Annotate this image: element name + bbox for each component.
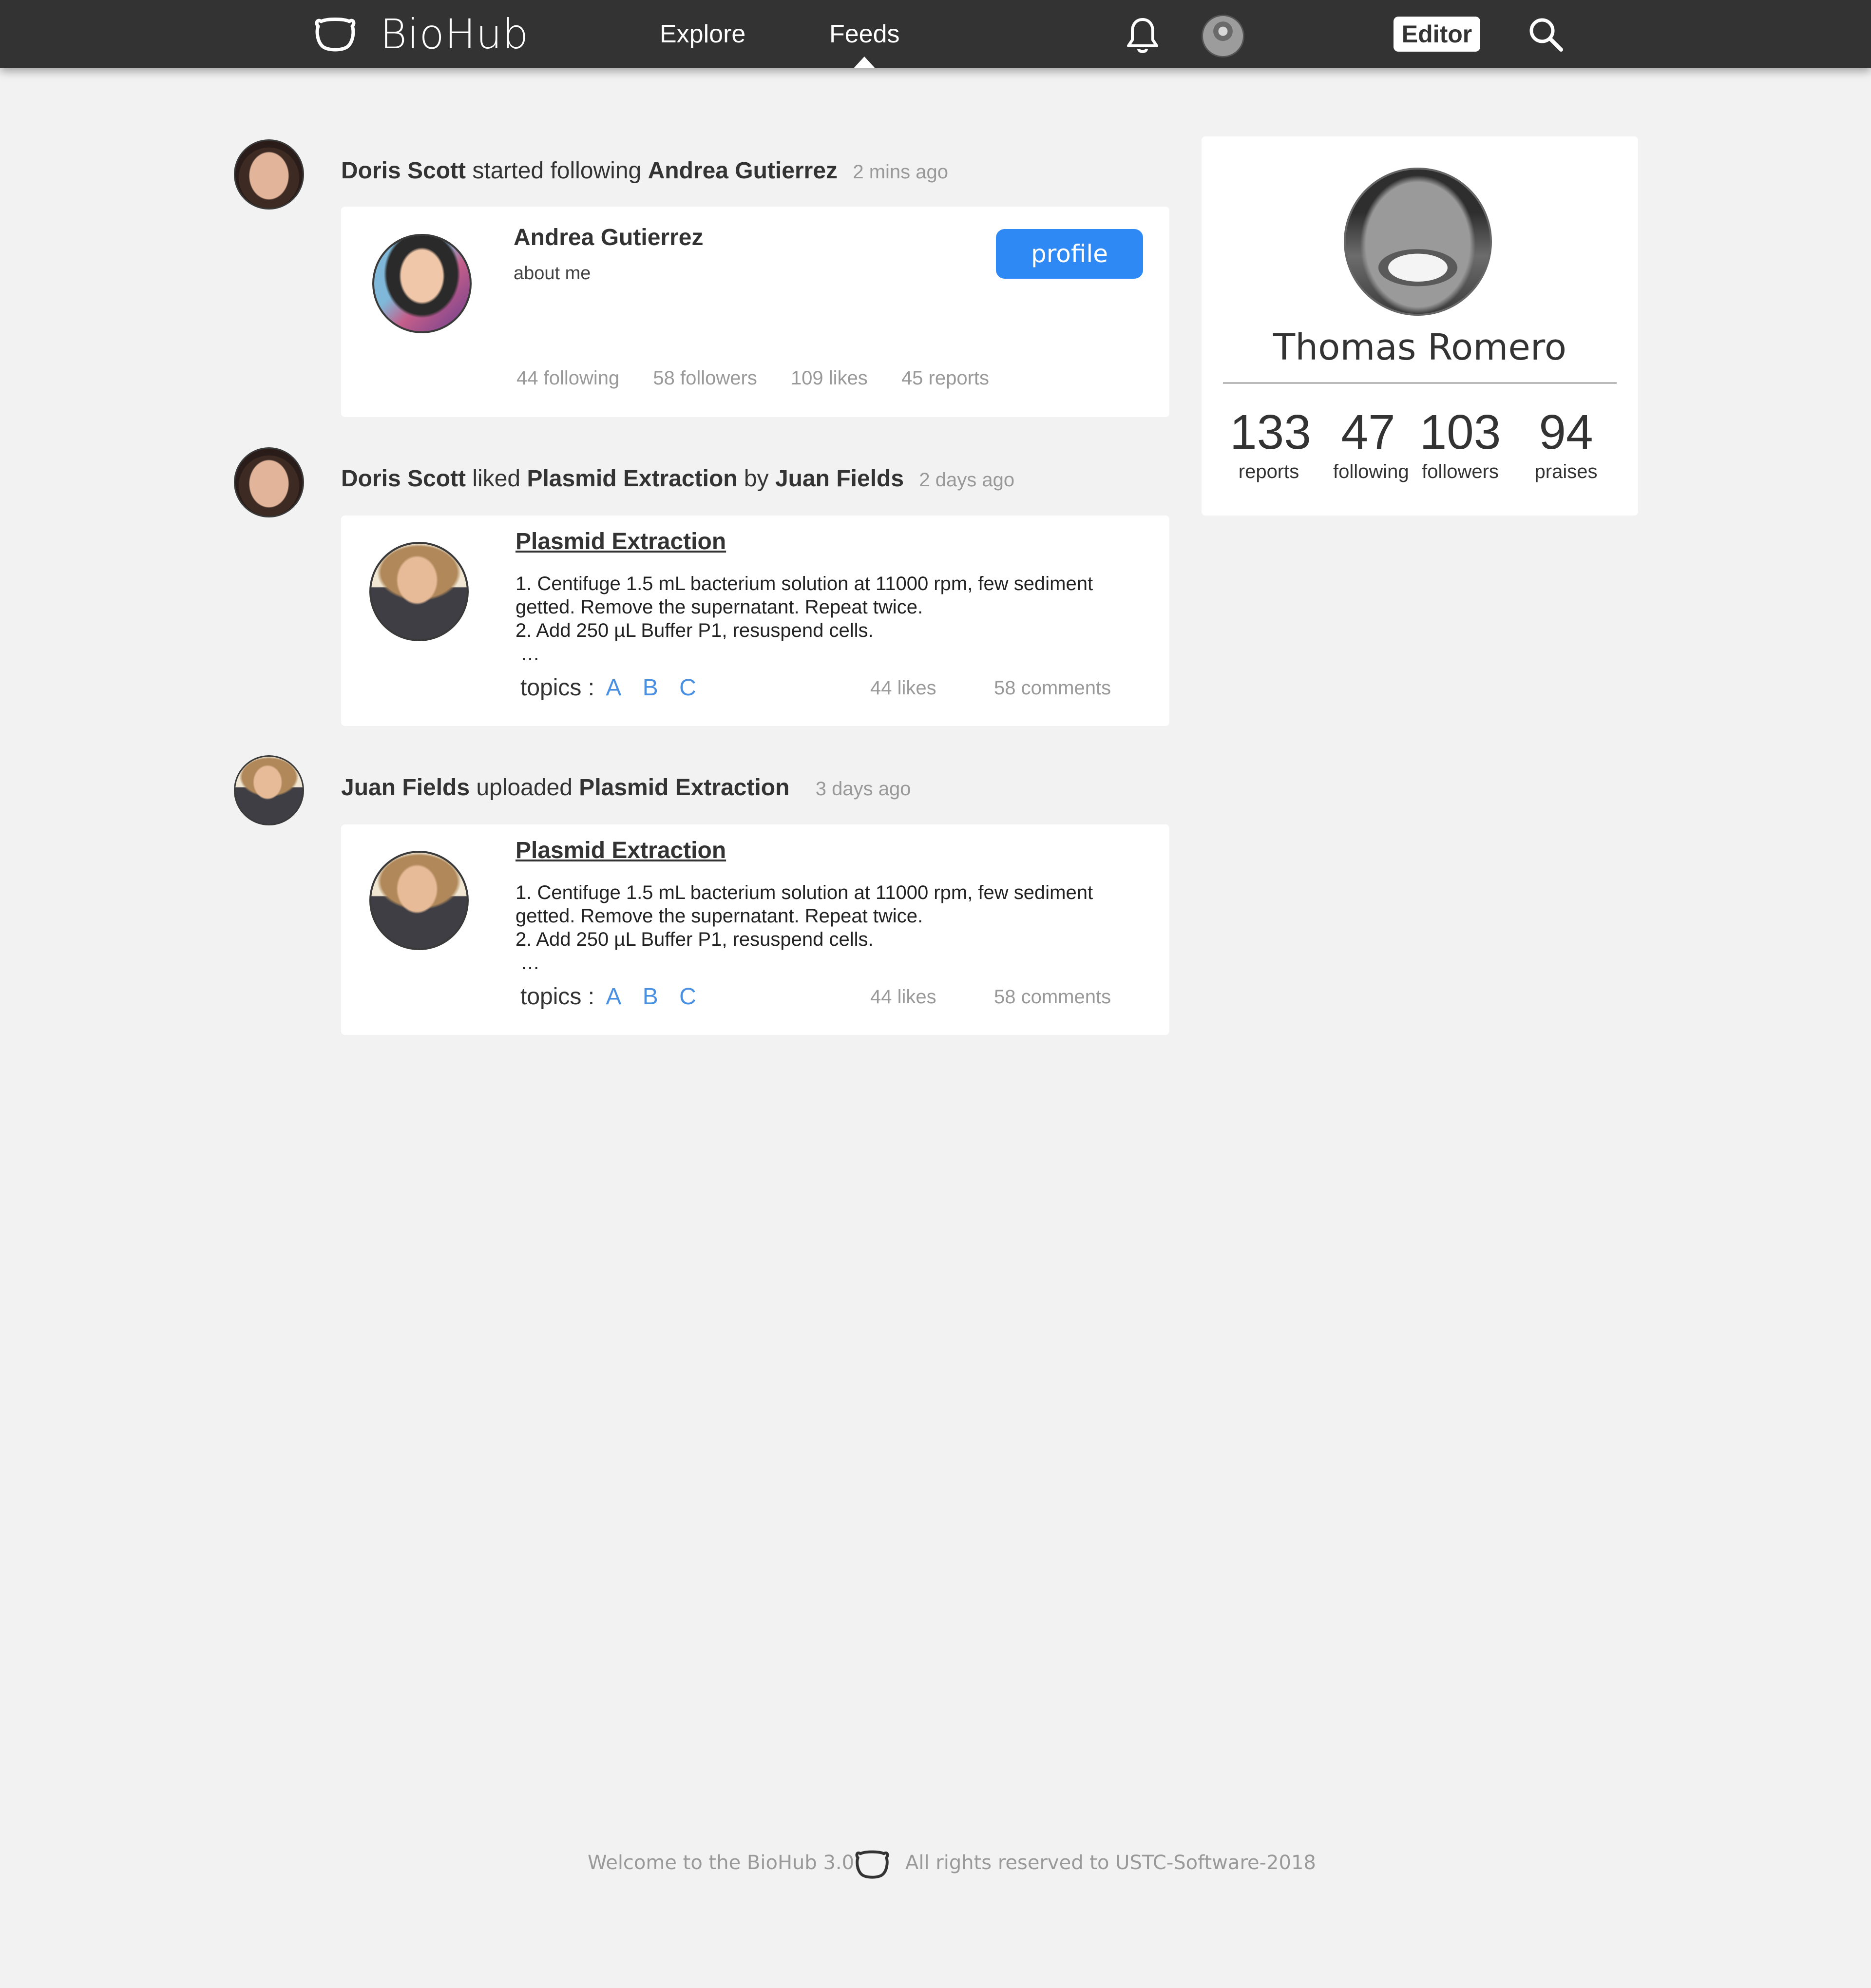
- timestamp: 3 days ago: [815, 778, 911, 800]
- topic-link-c[interactable]: C: [679, 984, 696, 1010]
- nav-explore[interactable]: Explore: [660, 15, 745, 54]
- following-count: 44 following: [516, 367, 620, 389]
- topics-label: topics :: [520, 984, 595, 1010]
- user-card: Andrea Gutierrez about me profile 44 fol…: [341, 207, 1169, 417]
- target-name[interactable]: Plasmid Extraction: [527, 466, 737, 492]
- following-stat-label[interactable]: following: [1333, 461, 1409, 483]
- report-author-avatar[interactable]: [369, 851, 469, 950]
- editor-button[interactable]: Editor: [1394, 17, 1480, 52]
- target-name[interactable]: Andrea Gutierrez: [648, 158, 838, 184]
- target-author-name[interactable]: Juan Fields: [775, 466, 904, 492]
- report-title[interactable]: Plasmid Extraction: [515, 528, 726, 555]
- feed-item-header: Doris Scott liked Plasmid Extraction by …: [341, 462, 1014, 496]
- active-tab-indicator: [854, 57, 875, 68]
- topic-link-a[interactable]: A: [606, 984, 621, 1010]
- excerpt-line: 1. Centifuge 1.5 mL bacterium solution a…: [515, 573, 1093, 594]
- likes-count[interactable]: 44 likes: [870, 986, 936, 1008]
- user-card-stats: 44 following 58 followers 109 likes 45 r…: [516, 367, 1017, 389]
- profile-button[interactable]: profile: [996, 229, 1143, 279]
- praises-stat-label[interactable]: praises: [1527, 461, 1605, 483]
- divider: [1223, 382, 1617, 384]
- reports-count: 45 reports: [901, 367, 990, 389]
- excerpt-ellipsis: …: [520, 643, 540, 665]
- excerpt-line: 1. Centifuge 1.5 mL bacterium solution a…: [515, 882, 1093, 903]
- biohub-logo-icon[interactable]: [314, 17, 356, 52]
- comments-count[interactable]: 58 comments: [994, 986, 1111, 1008]
- topics: topics : A B C: [520, 983, 706, 1010]
- report-excerpt: 1. Centifuge 1.5 mL bacterium solution a…: [515, 572, 1115, 666]
- topics: topics : A B C: [520, 674, 706, 701]
- actor-avatar[interactable]: [234, 139, 304, 210]
- actor-name[interactable]: Juan Fields: [341, 775, 470, 801]
- excerpt-ellipsis: …: [520, 952, 540, 974]
- action-text: started following: [472, 158, 642, 184]
- action-text: uploaded: [476, 775, 573, 801]
- bell-icon[interactable]: [1126, 17, 1160, 55]
- search-icon[interactable]: [1526, 15, 1565, 54]
- report-card: Plasmid Extraction 1. Centifuge 1.5 mL b…: [341, 516, 1169, 726]
- excerpt-line: 2. Add 250 µL Buffer P1, resuspend cells…: [515, 620, 874, 641]
- user-avatar[interactable]: [1202, 15, 1244, 57]
- footer-welcome: Welcome to the BioHub 3.0.: [588, 1852, 860, 1874]
- biohub-logo-icon: [855, 1850, 889, 1879]
- report-excerpt: 1. Centifuge 1.5 mL bacterium solution a…: [515, 881, 1115, 975]
- footer-copyright: All rights reserved to USTC-Software-201…: [905, 1852, 1316, 1874]
- actor-name[interactable]: Doris Scott: [341, 158, 466, 184]
- topic-link-b[interactable]: B: [643, 675, 658, 701]
- actor-avatar[interactable]: [234, 447, 304, 517]
- followers-stat-value: 103: [1419, 405, 1501, 459]
- target-name[interactable]: Plasmid Extraction: [579, 775, 789, 801]
- topic-link-a[interactable]: A: [606, 675, 621, 701]
- topic-link-b[interactable]: B: [643, 984, 658, 1010]
- comments-count[interactable]: 58 comments: [994, 677, 1111, 699]
- feed-item-header: Juan Fields uploaded Plasmid Extraction …: [341, 771, 911, 805]
- following-stat-value: 47: [1341, 405, 1395, 459]
- likes-count[interactable]: 44 likes: [870, 677, 936, 699]
- profile-name[interactable]: Thomas Romero: [1202, 326, 1638, 368]
- report-card: Plasmid Extraction 1. Centifuge 1.5 mL b…: [341, 824, 1169, 1035]
- profile-summary-card: Thomas Romero 133 reports 47 following 1…: [1202, 136, 1638, 516]
- excerpt-line: 2. Add 250 µL Buffer P1, resuspend cells…: [515, 929, 874, 950]
- topics-label: topics :: [520, 675, 595, 701]
- action-text: liked: [472, 466, 521, 492]
- user-card-name[interactable]: Andrea Gutierrez: [514, 224, 703, 251]
- report-title[interactable]: Plasmid Extraction: [515, 837, 726, 864]
- by-text: by: [744, 466, 769, 492]
- topic-link-c[interactable]: C: [679, 675, 696, 701]
- user-card-avatar[interactable]: [372, 234, 472, 333]
- user-card-about: about me: [514, 263, 591, 284]
- profile-avatar[interactable]: [1344, 168, 1492, 316]
- actor-avatar[interactable]: [234, 755, 304, 825]
- brand-name[interactable]: BioHub: [380, 10, 529, 58]
- report-author-avatar[interactable]: [369, 542, 469, 641]
- excerpt-line: getted. Remove the supernatant. Repeat t…: [515, 596, 923, 618]
- followers-count: 58 followers: [653, 367, 757, 389]
- feed-item-header: Doris Scott started following Andrea Gut…: [341, 154, 948, 188]
- nav-feeds[interactable]: Feeds: [829, 15, 900, 54]
- timestamp: 2 days ago: [919, 469, 1015, 491]
- reports-stat-value: 133: [1230, 405, 1311, 459]
- followers-stat-label[interactable]: followers: [1419, 461, 1502, 483]
- reports-stat-label[interactable]: reports: [1230, 461, 1308, 483]
- timestamp: 2 mins ago: [853, 161, 949, 183]
- likes-count: 109 likes: [790, 367, 868, 389]
- top-navbar: BioHub Explore Feeds Editor: [0, 0, 1871, 68]
- actor-name[interactable]: Doris Scott: [341, 466, 466, 492]
- excerpt-line: getted. Remove the supernatant. Repeat t…: [515, 905, 923, 927]
- praises-stat-value: 94: [1539, 405, 1593, 459]
